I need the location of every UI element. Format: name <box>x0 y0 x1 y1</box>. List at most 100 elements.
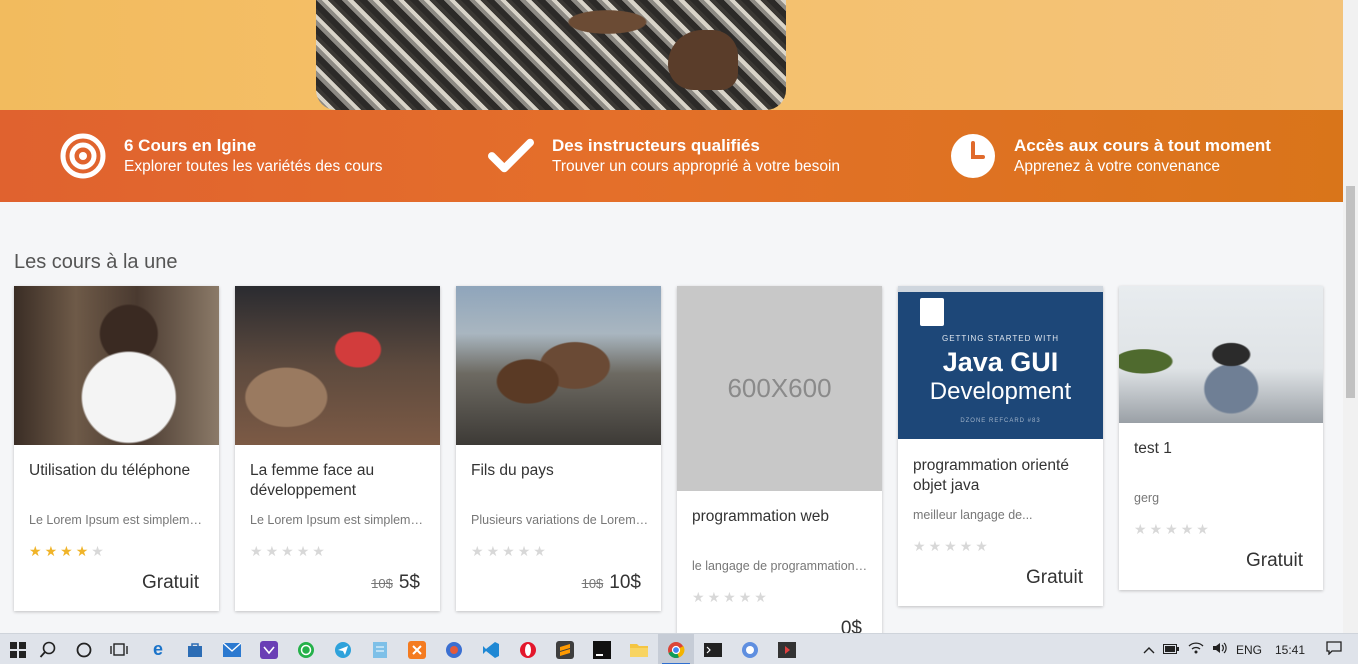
check-icon <box>488 133 534 179</box>
terminal-icon[interactable] <box>695 634 731 664</box>
feature-bar: 6 Cours en lgine Explorer toutes les var… <box>0 110 1343 202</box>
star-icon: ★ <box>707 589 721 605</box>
battery-icon[interactable] <box>1158 643 1184 657</box>
rating-stars: ★ ★ ★ ★ ★ <box>692 590 767 604</box>
star-icon: ★ <box>533 543 546 559</box>
phpstorm-icon[interactable] <box>584 634 620 664</box>
star-icon: ★ <box>312 543 325 559</box>
clock-icon <box>950 133 996 179</box>
feature-title: 6 Cours en lgine <box>124 136 257 155</box>
star-icon: ★ <box>1180 521 1194 537</box>
star-icon: ★ <box>754 589 767 605</box>
hero-photo <box>316 0 786 110</box>
clock[interactable]: 15:41 <box>1266 643 1314 657</box>
course-price: Gratuit <box>136 572 199 594</box>
system-tray: ENG 15:41 <box>1140 634 1354 664</box>
xampp-icon[interactable] <box>399 634 435 664</box>
course-description: gerg <box>1134 491 1160 505</box>
star-icon: ★ <box>1149 521 1163 537</box>
course-image[interactable] <box>456 286 661 445</box>
rating-stars: ★ ★ ★ ★ ★ <box>29 544 104 558</box>
course-price: Gratuit <box>1026 567 1083 589</box>
task-view-icon[interactable] <box>101 634 137 664</box>
whatsapp-icon[interactable] <box>288 634 324 664</box>
dzone-badge-icon <box>920 298 944 326</box>
telegram-icon[interactable] <box>325 634 361 664</box>
star-icon: ★ <box>959 538 973 554</box>
course-price: 10$ 5$ <box>371 572 420 594</box>
star-icon: ★ <box>692 589 705 605</box>
star-icon: ★ <box>517 543 531 559</box>
feature-courses: 6 Cours en lgine Explorer toutes les var… <box>60 110 382 202</box>
chrome-icon[interactable] <box>658 634 694 664</box>
course-title[interactable]: Fils du pays <box>471 461 649 481</box>
star-icon: ★ <box>502 543 515 559</box>
search-icon[interactable] <box>30 634 66 664</box>
course-title[interactable]: programmation orienté objet java <box>913 456 1091 496</box>
image-title: Development <box>929 378 1072 405</box>
course-image[interactable]: GETTING STARTED WITH Java GUI Developmen… <box>898 286 1103 439</box>
course-image[interactable] <box>235 286 440 445</box>
course-card[interactable]: Fils du pays Plusieurs variations de Lor… <box>456 286 661 611</box>
course-title[interactable]: La femme face au développement <box>250 461 428 501</box>
file-explorer-icon[interactable] <box>621 634 657 664</box>
notification-icon[interactable] <box>1314 641 1354 658</box>
current-price: Gratuit <box>141 572 199 593</box>
target-icon <box>60 133 106 179</box>
star-icon: ★ <box>723 589 736 605</box>
chrome-app-icon[interactable] <box>732 634 768 664</box>
rating-stars: ★ ★ ★ ★ ★ <box>913 539 988 553</box>
star-icon: ★ <box>913 538 926 554</box>
notepad-icon[interactable] <box>362 634 398 664</box>
course-description: Le Lorem Ipsum est simplement du faux te… <box>29 513 207 527</box>
media-player-icon[interactable] <box>769 634 805 664</box>
course-card[interactable]: Utilisation du téléphone Le Lorem Ipsum … <box>14 286 219 611</box>
course-image-placeholder[interactable]: 600X600 <box>677 286 882 491</box>
course-card[interactable]: 600X600 programmation web le langage de … <box>677 286 882 646</box>
chevron-up-icon[interactable] <box>1140 643 1158 657</box>
image-title: Java GUI <box>942 347 1059 377</box>
feature-subtitle: Trouver un cours approprié à votre besoi… <box>552 158 841 175</box>
page-scrollbar[interactable] <box>1343 0 1358 633</box>
star-icon: ★ <box>471 543 484 559</box>
feature-title: Accès aux cours à tout moment <box>1014 136 1271 155</box>
scrollbar-thumb[interactable] <box>1346 186 1355 398</box>
language-indicator[interactable]: ENG <box>1232 643 1266 657</box>
star-icon: ★ <box>60 543 73 559</box>
course-image[interactable] <box>1119 286 1323 423</box>
course-description: Plusieurs variations de Lorem Ipsum <box>471 513 649 527</box>
feature-instructors: Des instructeurs qualifiés Trouver un co… <box>488 110 840 202</box>
wifi-icon[interactable] <box>1184 642 1208 657</box>
star-icon: ★ <box>250 543 263 559</box>
star-icon: ★ <box>1165 521 1178 537</box>
browser-icon[interactable] <box>436 634 472 664</box>
volume-icon[interactable] <box>1208 642 1232 657</box>
cortana-icon[interactable] <box>66 634 102 664</box>
store-icon[interactable] <box>177 634 213 664</box>
edge-icon[interactable]: e <box>140 634 176 664</box>
course-image[interactable] <box>14 286 219 445</box>
star-icon: ★ <box>975 538 988 554</box>
star-icon: ★ <box>91 543 104 559</box>
visual-studio-icon[interactable] <box>251 634 287 664</box>
course-title[interactable]: Utilisation du téléphone <box>29 461 207 481</box>
vscode-icon[interactable] <box>473 634 509 664</box>
course-card[interactable]: GETTING STARTED WITH Java GUI Developmen… <box>898 286 1103 606</box>
course-title[interactable]: programmation web <box>692 507 870 527</box>
course-title[interactable]: test 1 <box>1134 439 1311 459</box>
rating-stars: ★ ★ ★ ★ ★ <box>250 544 325 558</box>
star-icon: ★ <box>1134 521 1147 537</box>
course-description: Le Lorem Ipsum est simplement du faux te… <box>250 513 428 527</box>
star-icon: ★ <box>1196 521 1209 537</box>
course-card[interactable]: La femme face au développement Le Lorem … <box>235 286 440 611</box>
mail-icon[interactable] <box>214 634 250 664</box>
image-caption: DZONE REFCARD #83 <box>960 418 1041 424</box>
opera-icon[interactable] <box>510 634 546 664</box>
feature-title: Des instructeurs qualifiés <box>552 136 760 155</box>
course-card[interactable]: test 1 gerg ★ ★ ★ ★ ★ Gratuit <box>1119 286 1323 590</box>
image-caption: GETTING STARTED WITH <box>941 334 1060 343</box>
section-title: Les cours à la une <box>14 251 178 273</box>
current-price: 10$ <box>609 572 641 593</box>
star-icon: ★ <box>29 543 42 559</box>
sublime-icon[interactable] <box>547 634 583 664</box>
